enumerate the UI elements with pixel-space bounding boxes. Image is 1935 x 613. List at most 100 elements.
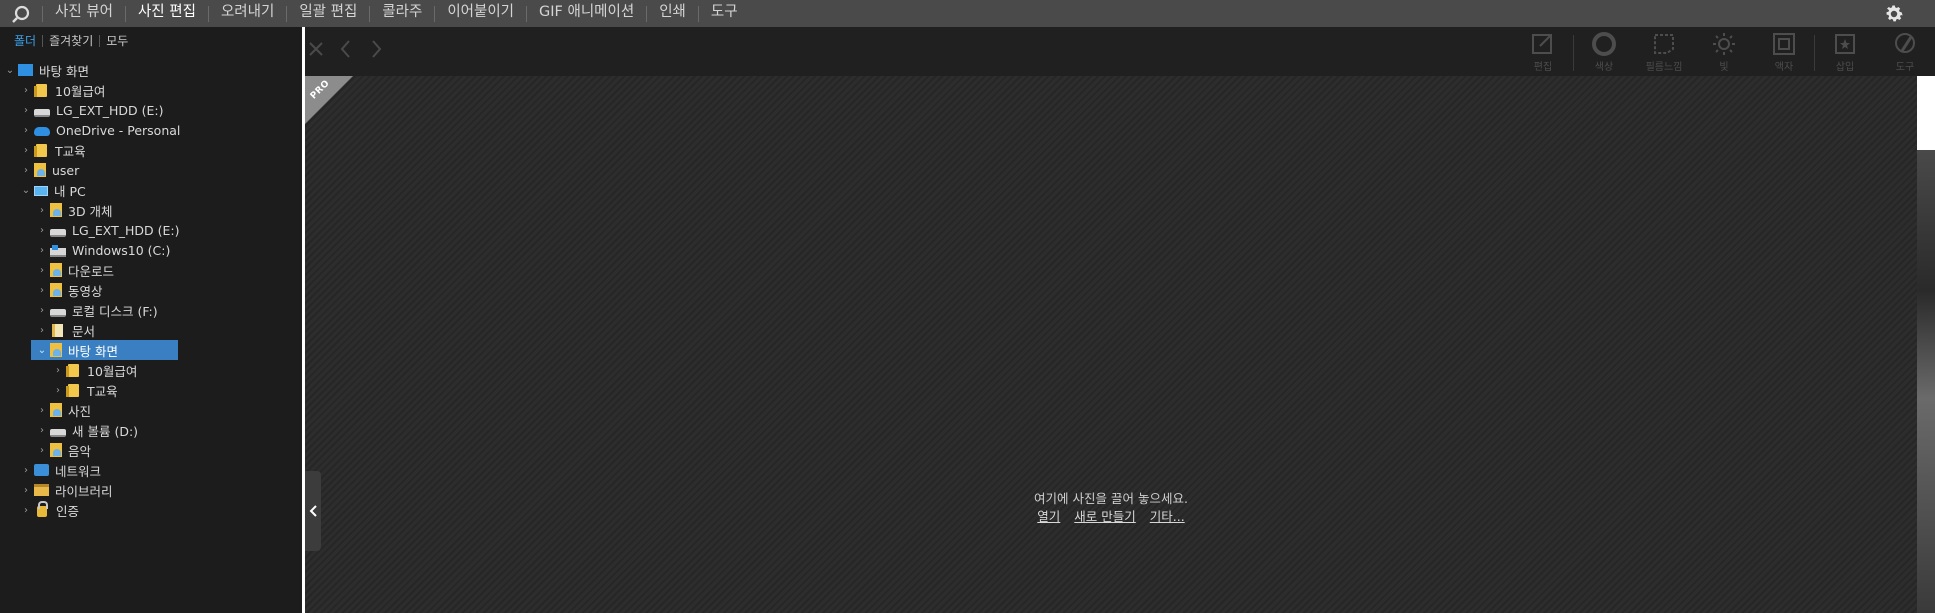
- desktop-folder-icon: [50, 343, 62, 357]
- tree-item-desktop-root[interactable]: ⌄ 바탕 화면: [2, 60, 89, 80]
- tree-item-label: 네트워크: [55, 463, 102, 479]
- folder-icon: [34, 143, 47, 157]
- desktop-icon: [18, 64, 33, 76]
- tree-item-folder[interactable]: › 10월급여: [50, 360, 137, 380]
- tree-item-user[interactable]: › user: [18, 160, 79, 180]
- menu-gif-animation[interactable]: GIF 애니메이션: [527, 0, 646, 27]
- tree-item-desktop-selected[interactable]: ⌄ 바탕 화면: [31, 340, 178, 360]
- tool-label: 도구: [1895, 62, 1915, 73]
- chevron-down-icon[interactable]: ⌄: [2, 60, 18, 80]
- chevron-right-icon[interactable]: ›: [34, 240, 50, 260]
- tool-frame-button[interactable]: 액자: [1754, 31, 1814, 75]
- chevron-right-icon[interactable]: ›: [18, 140, 34, 160]
- chevron-right-icon[interactable]: ›: [34, 440, 50, 460]
- tab-favorites[interactable]: 즐겨찾기: [43, 32, 99, 49]
- chevron-right-icon[interactable]: ›: [34, 200, 50, 220]
- tree-item-folder[interactable]: › T교육: [50, 380, 118, 400]
- tree-item-library[interactable]: › 라이브러리: [18, 480, 113, 500]
- tree-item-certificate[interactable]: › 인증: [18, 500, 79, 520]
- menu-cutout[interactable]: 오려내기: [209, 0, 286, 27]
- tree-item-downloads[interactable]: › 다운로드: [34, 260, 114, 280]
- tree-item-label: 10월급여: [87, 363, 138, 379]
- folder-panel: 폴더 즐겨찾기 모두 ⌄ 바탕 화면 › 10월급여 › LG_EXT_HDD …: [0, 27, 302, 613]
- tree-item-label: 10월급여: [55, 83, 106, 99]
- tree-item-my-pc[interactable]: ⌄ 내 PC: [18, 180, 86, 200]
- tool-tools-button[interactable]: 도구: [1875, 31, 1935, 75]
- color-icon: [1592, 32, 1616, 56]
- tree-item-label: T교육: [87, 383, 118, 399]
- tree-item-drive[interactable]: › LG_EXT_HDD (E:): [18, 100, 164, 120]
- tool-label: 필름느낌: [1645, 62, 1683, 73]
- chevron-right-icon[interactable]: ›: [18, 120, 34, 140]
- tool-color-button[interactable]: 색상: [1574, 31, 1634, 75]
- image-nav: [305, 37, 387, 61]
- tool-film-button[interactable]: 필름느낌: [1634, 31, 1694, 75]
- tool-light-button[interactable]: 빛: [1694, 31, 1754, 75]
- chevron-right-icon[interactable]: ›: [18, 160, 34, 180]
- chevron-right-icon[interactable]: ›: [34, 280, 50, 300]
- tree-item-videos[interactable]: › 동영상: [34, 280, 103, 300]
- chevron-right-icon[interactable]: ›: [34, 220, 50, 240]
- network-icon: [34, 464, 49, 476]
- chevron-right-icon[interactable]: ›: [18, 460, 34, 480]
- menu-photo-viewer[interactable]: 사진 뷰어: [43, 0, 125, 27]
- menu-combine[interactable]: 이어붙이기: [435, 0, 526, 27]
- menu-print[interactable]: 인쇄: [647, 0, 698, 27]
- chevron-right-icon[interactable]: ›: [18, 100, 34, 120]
- open-link[interactable]: 열기: [1037, 509, 1060, 524]
- chevron-right-icon[interactable]: ›: [50, 380, 66, 400]
- chevron-left-icon[interactable]: [335, 37, 357, 61]
- tree-item-windows-drive[interactable]: › Windows10 (C:): [34, 240, 170, 260]
- chevron-right-icon[interactable]: ›: [18, 480, 34, 500]
- menu-tools[interactable]: 도구: [699, 0, 750, 27]
- chevron-right-icon[interactable]: ›: [34, 400, 50, 420]
- close-icon[interactable]: [305, 37, 327, 61]
- tool-insert-button[interactable]: 삽입: [1815, 31, 1875, 75]
- tree-item-folder[interactable]: › T교육: [18, 140, 86, 160]
- chevron-right-icon[interactable]: ›: [34, 320, 50, 340]
- tab-folders[interactable]: 폴더: [8, 32, 42, 49]
- tree-item-folder[interactable]: › 10월급여: [18, 80, 105, 100]
- drop-canvas[interactable]: PRO 여기에 사진을 끌어 놓으세요. 열기 새로 만들기 기타...: [305, 76, 1917, 613]
- folder-tabs: 폴더 즐겨찾기 모두: [0, 27, 302, 54]
- windows-drive-icon: [50, 244, 66, 257]
- chevron-right-icon[interactable]: ›: [18, 80, 34, 100]
- tree-item-drive[interactable]: › 새 볼륨 (D:): [34, 420, 138, 440]
- tree-item-documents[interactable]: › 문서: [34, 320, 95, 340]
- app-logo-icon[interactable]: [0, 0, 42, 27]
- tool-label: 빛: [1719, 62, 1729, 73]
- chevron-down-icon[interactable]: ⌄: [18, 180, 34, 200]
- edit-tools: 편집 색상 필름느낌 빛 액자 삽입 도구: [1513, 31, 1935, 75]
- tree-item-label: 문서: [72, 323, 96, 339]
- cloud-icon: [34, 127, 50, 136]
- tool-label: 색상: [1594, 62, 1614, 73]
- menu-collage[interactable]: 콜라주: [370, 0, 434, 27]
- tree-item-3d-objects[interactable]: › 3D 개체: [34, 200, 113, 220]
- drive-icon: [50, 308, 66, 317]
- tree-item-label: OneDrive - Personal: [56, 122, 181, 138]
- chevron-right-icon[interactable]: ›: [34, 300, 50, 320]
- tab-all[interactable]: 모두: [100, 32, 134, 49]
- folder-icon: [66, 363, 79, 377]
- tree-item-pictures[interactable]: › 사진: [34, 400, 91, 420]
- chevron-right-icon[interactable]: ›: [34, 420, 50, 440]
- tree-item-label: 내 PC: [54, 183, 86, 199]
- tree-item-drive[interactable]: › LG_EXT_HDD (E:): [34, 220, 180, 240]
- menu-batch-edit[interactable]: 일괄 편집: [287, 0, 369, 27]
- chevron-right-icon[interactable]: ›: [34, 260, 50, 280]
- light-icon: [1713, 33, 1735, 55]
- tree-item-label: LG_EXT_HDD (E:): [56, 102, 164, 118]
- tool-edit-button[interactable]: 편집: [1513, 31, 1573, 75]
- tree-item-onedrive[interactable]: › OneDrive - Personal: [18, 120, 180, 140]
- tree-item-music[interactable]: › 음악: [34, 440, 91, 460]
- chevron-down-icon[interactable]: ⌄: [34, 340, 50, 360]
- new-link[interactable]: 새로 만들기: [1074, 509, 1135, 524]
- settings-gear-icon[interactable]: [1880, 0, 1907, 27]
- more-link[interactable]: 기타...: [1150, 509, 1185, 524]
- menu-photo-edit[interactable]: 사진 편집: [126, 0, 208, 27]
- chevron-right-icon[interactable]: ›: [18, 500, 34, 520]
- chevron-right-icon[interactable]: ›: [50, 360, 66, 380]
- tree-item-drive[interactable]: › 로컬 디스크 (F:): [34, 300, 158, 320]
- tree-item-network[interactable]: › 네트워크: [18, 460, 101, 480]
- chevron-right-icon[interactable]: [365, 37, 387, 61]
